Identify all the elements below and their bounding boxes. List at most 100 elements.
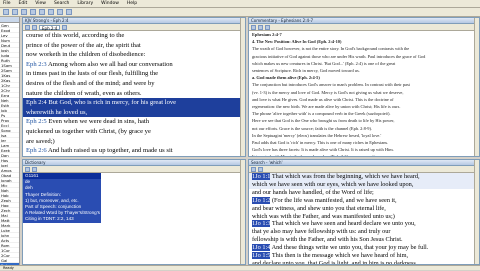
menu-item[interactable]: File xyxy=(3,1,11,6)
verse-line[interactable]: Eph 2:3 Among whom also we all had our c… xyxy=(23,60,245,70)
forward-icon[interactable] xyxy=(32,166,37,172)
copy-icon[interactable] xyxy=(48,9,54,15)
search-result[interactable]: and bear witness, and shew unto you that… xyxy=(249,205,479,213)
result-ref[interactable]: 1Jo 1:1 xyxy=(252,173,271,180)
go-icon[interactable] xyxy=(62,24,68,30)
verse-text: in times past in the lusts of our flesh,… xyxy=(26,70,159,78)
search-result[interactable]: which was with the Father, and was manif… xyxy=(249,213,479,221)
commentary-line: It is seated with Him in the heavenly re… xyxy=(252,154,382,157)
dictionary-pane-toolbar xyxy=(23,166,245,173)
commentary-line: (vv. 1-3) is the mercy and love of God. … xyxy=(252,89,404,95)
verse-text: course of this world, according to the xyxy=(26,32,125,39)
verse-text: Even when we were dead in sins, hath xyxy=(46,118,150,126)
back-icon[interactable] xyxy=(3,9,9,15)
search-result[interactable]: 1Jo 1:3 That which we have seen and hear… xyxy=(249,220,479,228)
sync-icon[interactable] xyxy=(265,24,270,30)
verse-text: nature the children of wrath, even as ot… xyxy=(26,89,142,97)
print-icon[interactable] xyxy=(30,9,36,15)
menu-item[interactable]: Help xyxy=(127,1,137,6)
scrollbar[interactable] xyxy=(474,18,479,156)
verse-ref[interactable]: Eph 2:3 xyxy=(26,61,47,68)
verse-ref[interactable]: Eph 2:4 xyxy=(26,99,47,106)
filter-icon[interactable] xyxy=(258,166,263,172)
search-icon[interactable] xyxy=(251,166,256,172)
scrollbar[interactable] xyxy=(240,160,245,264)
verse-line[interactable]: in times past in the lusts of our flesh,… xyxy=(23,69,245,79)
search-result[interactable]: 1Jo 1:2 (For the life was manifested, an… xyxy=(249,196,479,205)
result-text: That which was from the beginning, which… xyxy=(270,173,420,180)
search-result[interactable]: 1Jo 1:1 That which was from the beginnin… xyxy=(249,173,479,181)
verse-line[interactable]: now worketh in the children of disobedie… xyxy=(23,50,245,60)
back-icon[interactable] xyxy=(251,24,256,30)
commentary-line: Paul adds that God is 'rich' in mercy. T… xyxy=(252,140,389,146)
result-ref[interactable]: 1Jo 1:3 xyxy=(252,220,271,228)
scrollbar[interactable] xyxy=(240,18,245,156)
verse-line[interactable]: prince of the power of the air, the spir… xyxy=(23,41,245,51)
verse-line[interactable]: quickened us together with Christ, (by g… xyxy=(23,127,245,137)
scrollbar[interactable] xyxy=(474,160,479,264)
menu-item[interactable]: Search xyxy=(54,1,69,6)
commentary-line: The conjunction but introduces God's ans… xyxy=(252,82,410,88)
menu-bar: File Edit View Search Library Window Help xyxy=(0,0,480,8)
result-text: that ye also may have fellowship with us… xyxy=(252,228,391,236)
verse-line[interactable]: nature the children of wrath, even as ot… xyxy=(23,89,245,99)
search-pane-toolbar xyxy=(249,166,479,173)
home-icon[interactable] xyxy=(21,9,27,15)
commentary-line: Ephesians 2:4-7 xyxy=(252,32,282,37)
result-text: and our hands have handled, of the Word … xyxy=(252,188,374,196)
search-result[interactable]: 1Jo 1:4 And these things write we unto y… xyxy=(249,244,479,252)
toolbar xyxy=(0,8,480,17)
search-icon[interactable] xyxy=(39,9,45,15)
forward-icon[interactable] xyxy=(32,24,37,30)
commentary-line: not our efforts. Grace is the source; fa… xyxy=(252,125,373,131)
result-text: which was with the Father, and was manif… xyxy=(252,212,395,220)
menu-item[interactable]: Edit xyxy=(19,1,28,6)
search-result[interactable]: which we have seen with our eyes, which … xyxy=(249,180,479,189)
menu-item[interactable]: Window xyxy=(101,1,119,6)
menu-item[interactable]: Library xyxy=(77,1,93,6)
search-result[interactable]: 1Jo 1:5 This then is the message which w… xyxy=(249,252,479,260)
app-window: File Edit View Search Library Window Help Gen E… xyxy=(0,0,480,270)
verse-line[interactable]: desires of the flesh and of the mind; an… xyxy=(23,79,245,89)
settings-icon[interactable] xyxy=(66,9,72,15)
back-icon[interactable] xyxy=(25,24,30,30)
search-results: 1Jo 1:1 That which was from the beginnin… xyxy=(249,173,479,264)
verse-line[interactable]: Eph 2:6 And hath raised us up together, … xyxy=(23,146,245,156)
verse-text: wherewith he loved us, xyxy=(26,108,88,116)
commentary-line: In the Septuagint 'mercy' (eleos) transl… xyxy=(252,132,382,138)
back-icon[interactable] xyxy=(25,166,30,172)
verse-line[interactable]: wherewith he loved us, xyxy=(23,107,245,118)
search-result[interactable]: and our hands have handled, of the Word … xyxy=(249,189,479,197)
reference-input[interactable]: Eph 2:4 xyxy=(39,24,61,31)
search-result[interactable]: fellowship is with the Father, and with … xyxy=(249,236,479,244)
verse-text: are saved;) xyxy=(26,137,55,145)
verse-line[interactable]: course of this world, according to the xyxy=(23,31,245,41)
commentary-line: The wrath of God however, is not the ent… xyxy=(252,46,410,52)
result-ref[interactable]: 1Jo 1:5 xyxy=(252,252,271,260)
verse-text: But God, who is rich in mercy, for his g… xyxy=(46,99,177,107)
menu-item[interactable]: View xyxy=(35,1,46,6)
commentary-pane: Commentary - Ephesians 2:4-7 Ephesians 2… xyxy=(248,17,480,157)
commentary-line: which makes us new creatures in Christ. … xyxy=(252,60,396,66)
result-ref[interactable]: 1Jo 1:2 xyxy=(252,196,271,204)
bible-pane: KJV Strong's - Eph 2:4 Eph 2:4 course of… xyxy=(22,17,246,157)
result-text: This then is the message which we have h… xyxy=(270,252,409,260)
result-text: fellowship is with the Father, and with … xyxy=(252,236,403,244)
library-sidebar: Gen Exod Lev Num Deut Josh Judg Ruth 1Sam 2Sam 1Kg… xyxy=(0,17,20,270)
search-result[interactable]: that ye also may have fellowship with us… xyxy=(249,228,479,236)
commentary-line: sentences of Scripture. Rich in mercy, G… xyxy=(252,68,360,74)
result-text: (For the life was manifested, and we hav… xyxy=(270,196,397,204)
forward-icon[interactable] xyxy=(258,24,263,30)
verse-line[interactable]: Eph 2:4 But God, who is rich in mercy, f… xyxy=(23,98,245,108)
bookmark-icon[interactable] xyxy=(57,9,63,15)
result-text: and bear witness, and shew unto you that… xyxy=(252,204,386,212)
forward-icon[interactable] xyxy=(12,9,18,15)
verse-text: And hath raised us up together, and made… xyxy=(46,147,173,155)
verse-line[interactable]: are saved;) xyxy=(23,137,245,147)
result-ref[interactable]: 1Jo 1:4 xyxy=(252,244,271,252)
verse-ref[interactable]: Eph 2:5 xyxy=(26,118,47,125)
commentary-text: Ephesians 2:4-7 4. The New Position: Aliv… xyxy=(249,31,479,157)
verse-ref[interactable]: Eph 2:6 xyxy=(26,147,47,154)
verse-line[interactable]: Eph 2:5 Even when we were dead in sins, … xyxy=(23,117,245,127)
verse-text: now worketh in the children of disobedie… xyxy=(26,51,146,59)
